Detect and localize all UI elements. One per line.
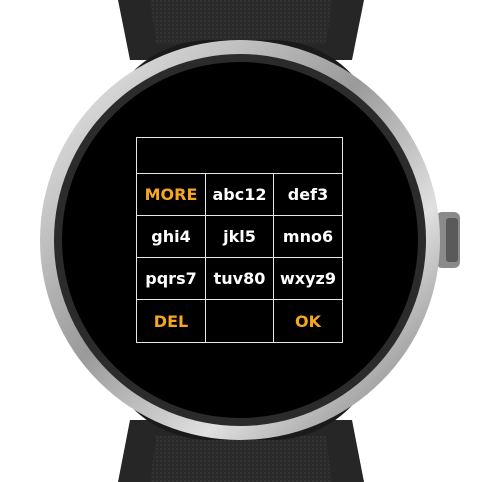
ok-key[interactable]: OK xyxy=(274,300,342,342)
key-jkl5[interactable]: jkl5 xyxy=(206,216,274,258)
delete-key[interactable]: DEL xyxy=(137,300,206,342)
keypad-grid: MORE abc12 def3 ghi4 jkl5 mno6 pqrs7 tuv… xyxy=(137,174,342,342)
empty-key xyxy=(206,300,274,342)
key-tuv80[interactable]: tuv80 xyxy=(206,258,274,300)
keypad: MORE abc12 def3 ghi4 jkl5 mno6 pqrs7 tuv… xyxy=(136,137,343,343)
more-key[interactable]: MORE xyxy=(137,174,206,216)
input-display xyxy=(137,138,342,174)
key-ghi4[interactable]: ghi4 xyxy=(137,216,206,258)
key-pqrs7[interactable]: pqrs7 xyxy=(137,258,206,300)
key-mno6[interactable]: mno6 xyxy=(274,216,342,258)
key-def3[interactable]: def3 xyxy=(274,174,342,216)
key-wxyz9[interactable]: wxyz9 xyxy=(274,258,342,300)
key-abc12[interactable]: abc12 xyxy=(206,174,274,216)
